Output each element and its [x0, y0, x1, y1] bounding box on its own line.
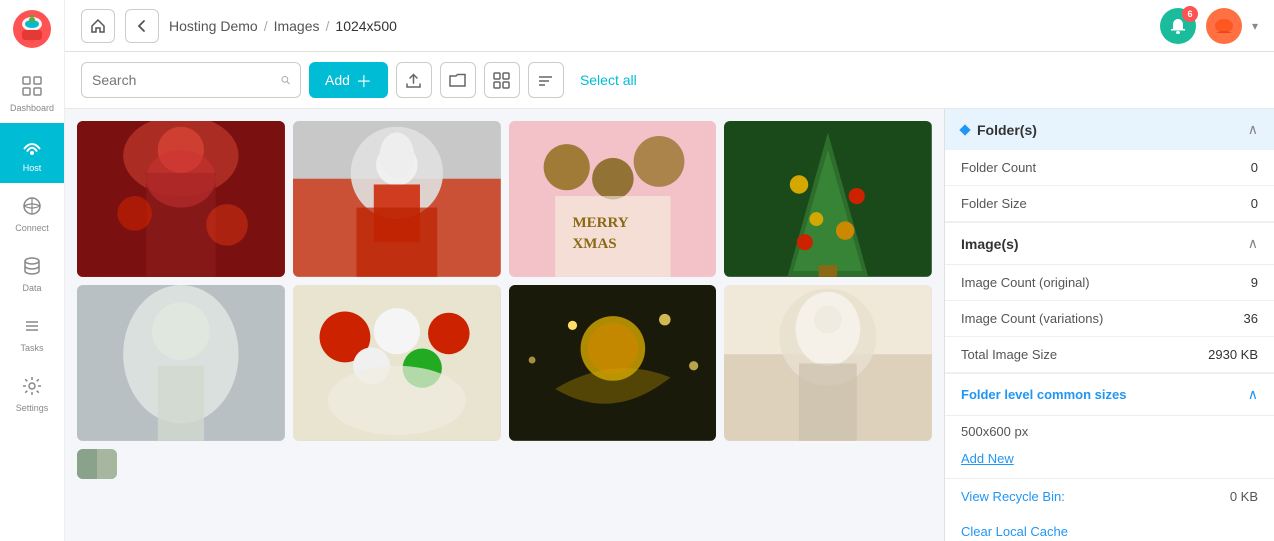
sidebar: Dashboard Host Connect: [0, 0, 65, 541]
add-new-link[interactable]: Add New: [945, 447, 1274, 478]
search-icon: [281, 73, 290, 87]
sidebar-item-data[interactable]: Data: [0, 243, 64, 303]
image-tile[interactable]: [293, 121, 501, 277]
image-tile[interactable]: MERRY XMAS: [509, 121, 717, 277]
images-chevron-icon: ∧: [1248, 235, 1258, 252]
sidebar-label-dashboard: Dashboard: [10, 103, 54, 113]
image-tile[interactable]: [77, 449, 117, 479]
connect-icon: [19, 193, 45, 219]
host-icon: [19, 133, 45, 159]
image-tile[interactable]: [77, 285, 285, 441]
folder-sizes-section: Folder level common sizes ∧ 500x600 px A…: [945, 374, 1274, 479]
sidebar-item-settings[interactable]: Settings: [0, 363, 64, 423]
image-tile[interactable]: [724, 285, 932, 441]
sort-button[interactable]: [528, 62, 564, 98]
content-area: MERRY XMAS: [65, 109, 1274, 541]
folders-chevron-icon: ∧: [1248, 121, 1258, 138]
folder-sizes-title: Folder level common sizes: [961, 387, 1126, 402]
sidebar-item-dashboard[interactable]: Dashboard: [0, 63, 64, 123]
breadcrumb-current: 1024x500: [335, 18, 397, 34]
folder-size-label: Folder Size: [961, 196, 1027, 211]
user-menu-chevron[interactable]: ▾: [1252, 19, 1258, 33]
image-count-variations-value: 36: [1244, 311, 1258, 326]
image-tile[interactable]: [509, 285, 717, 441]
tasks-icon: [19, 313, 45, 339]
svg-text:XMAS: XMAS: [572, 236, 616, 252]
image-tile[interactable]: [724, 121, 932, 277]
search-input[interactable]: [92, 72, 273, 88]
sidebar-label-data: Data: [22, 283, 41, 293]
right-panel: Folder(s) ∧ Folder Count 0 Folder Size 0…: [944, 109, 1274, 541]
sidebar-label-host: Host: [23, 163, 42, 173]
sidebar-label-tasks: Tasks: [20, 343, 43, 353]
image-count-variations-label: Image Count (variations): [961, 311, 1103, 326]
folder-count-value: 0: [1251, 160, 1258, 175]
folder-size-value: 0: [1251, 196, 1258, 211]
total-size-row: Total Image Size 2930 KB: [945, 337, 1274, 373]
folder-size-row: Folder Size 0: [945, 186, 1274, 222]
total-size-value: 2930 KB: [1208, 347, 1258, 362]
folders-section: Folder(s) ∧ Folder Count 0 Folder Size 0: [945, 109, 1274, 223]
add-button[interactable]: Add ＋: [309, 62, 388, 98]
recycle-bin-value: 0 KB: [1230, 489, 1258, 504]
notification-button[interactable]: 6: [1160, 8, 1196, 44]
notification-badge: 6: [1182, 6, 1198, 22]
folders-section-header[interactable]: Folder(s) ∧: [945, 109, 1274, 150]
breadcrumb-sep2: /: [326, 18, 330, 34]
folder-sizes-chevron-icon: ∧: [1248, 386, 1258, 403]
upload-button[interactable]: [396, 62, 432, 98]
sidebar-item-host[interactable]: Host: [0, 123, 64, 183]
folder-sizes-header[interactable]: Folder level common sizes ∧: [945, 374, 1274, 416]
breadcrumb-images[interactable]: Images: [274, 18, 320, 34]
sidebar-label-connect: Connect: [15, 223, 49, 233]
images-title: Image(s): [961, 236, 1019, 252]
folder-count-label: Folder Count: [961, 160, 1036, 175]
search-box[interactable]: [81, 62, 301, 98]
svg-text:MERRY: MERRY: [572, 215, 628, 231]
breadcrumb: Hosting Demo / Images / 1024x500: [169, 18, 1150, 34]
recycle-bin-label: View Recycle Bin:: [961, 489, 1065, 504]
image-count-variations-row: Image Count (variations) 36: [945, 301, 1274, 337]
grid-view-button[interactable]: [484, 62, 520, 98]
image-grid-container: MERRY XMAS: [65, 109, 944, 541]
sidebar-item-tasks[interactable]: Tasks: [0, 303, 64, 363]
breadcrumb-root[interactable]: Hosting Demo: [169, 18, 258, 34]
topbar-right: 6 ▾: [1160, 8, 1258, 44]
image-grid: MERRY XMAS: [77, 121, 932, 479]
back-button[interactable]: [125, 9, 159, 43]
sidebar-label-settings: Settings: [16, 403, 49, 413]
image-count-original-row: Image Count (original) 9: [945, 265, 1274, 301]
size-entry: 500x600 px: [945, 416, 1274, 447]
main-area: Hosting Demo / Images / 1024x500 6: [65, 0, 1274, 541]
topbar: Hosting Demo / Images / 1024x500 6: [65, 0, 1274, 52]
total-size-label: Total Image Size: [961, 347, 1057, 362]
folders-title: Folder(s): [961, 122, 1037, 138]
user-avatar[interactable]: [1206, 8, 1242, 44]
settings-icon: [19, 373, 45, 399]
images-section: Image(s) ∧ Image Count (original) 9 Imag…: [945, 223, 1274, 374]
image-tile[interactable]: [77, 121, 285, 277]
folder-button[interactable]: [440, 62, 476, 98]
app-logo[interactable]: [13, 10, 51, 53]
image-count-original-label: Image Count (original): [961, 275, 1090, 290]
image-count-original-value: 9: [1251, 275, 1258, 290]
folder-count-row: Folder Count 0: [945, 150, 1274, 186]
home-button[interactable]: [81, 9, 115, 43]
recycle-bin-row[interactable]: View Recycle Bin: 0 KB: [945, 479, 1274, 514]
data-icon: [19, 253, 45, 279]
add-label: Add: [325, 72, 350, 88]
sidebar-item-connect[interactable]: Connect: [0, 183, 64, 243]
image-tile[interactable]: [293, 285, 501, 441]
images-section-header[interactable]: Image(s) ∧: [945, 223, 1274, 265]
add-plus-icon: ＋: [356, 68, 372, 92]
clear-cache-button[interactable]: Clear Local Cache: [945, 514, 1274, 541]
toolbar: Add ＋: [65, 52, 1274, 109]
dashboard-icon: [19, 73, 45, 99]
breadcrumb-sep1: /: [264, 18, 268, 34]
select-all-button[interactable]: Select all: [580, 72, 637, 88]
